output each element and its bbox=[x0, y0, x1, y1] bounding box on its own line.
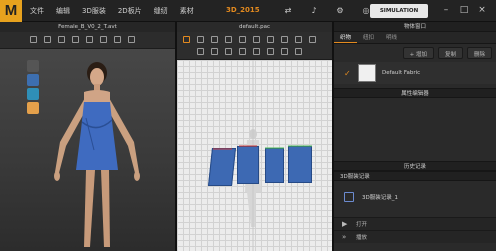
tab-topstitch[interactable]: 明线 bbox=[380, 32, 403, 43]
property-editor-header: 属性编辑器 bbox=[334, 88, 496, 98]
record-header: 3D服装记录 bbox=[334, 171, 496, 181]
pattern-piece-4[interactable] bbox=[288, 146, 312, 183]
app-window: M 文件 编辑 3D服装 2D板片 缝纫 素材 3D_2015 ⇄ ♪ ⚙ ◎ … bbox=[0, 0, 496, 251]
simulation-button[interactable]: SIMULATION bbox=[370, 4, 428, 18]
fabric-list-item[interactable]: ✓ Default Fabric bbox=[334, 62, 496, 84]
speaker-icon[interactable]: ♪ bbox=[308, 5, 320, 17]
fabric-swatch bbox=[358, 64, 376, 82]
menu-2d-pattern[interactable]: 2D板片 bbox=[118, 6, 142, 16]
object-browser: 物体窗口 织物 纽扣 明线 + 增加 复制 删除 ✓ Default Fabri… bbox=[334, 22, 496, 251]
checkmark-icon: ✓ bbox=[344, 68, 351, 78]
record-open-control[interactable]: ▶ 打开 bbox=[334, 217, 496, 230]
record-spacer bbox=[334, 181, 496, 189]
record-item-label: 3D服装记录_1 bbox=[362, 195, 398, 201]
project-title: 3D_2015 bbox=[226, 6, 260, 14]
delete-fabric-button[interactable]: 删除 bbox=[466, 47, 492, 59]
viewport-3d[interactable]: Female_B_V0_2_T.avt bbox=[0, 22, 177, 251]
property-editor-body bbox=[334, 98, 496, 161]
avatar-silhouette bbox=[245, 60, 261, 251]
maximize-icon[interactable]: □ bbox=[458, 4, 470, 16]
record-item[interactable]: 3D服装记录_1 bbox=[334, 189, 496, 205]
viewport-2d[interactable]: default.pac bbox=[177, 22, 334, 251]
object-tabs: 织物 纽扣 明线 bbox=[334, 32, 496, 44]
record-open-label: 打开 bbox=[356, 222, 368, 228]
pattern-piece-3[interactable] bbox=[265, 148, 284, 183]
close-icon[interactable]: × bbox=[476, 4, 488, 16]
tab-fabric[interactable]: 织物 bbox=[334, 32, 358, 43]
record-play-label: 播放 bbox=[356, 235, 368, 241]
app-logo: M bbox=[0, 0, 22, 22]
menu-bar: 文件 编辑 3D服装 2D板片 缝纫 素材 bbox=[30, 6, 206, 16]
add-fabric-button[interactable]: + 增加 bbox=[402, 47, 434, 59]
simulation-label: SIMULATION bbox=[379, 8, 419, 14]
menu-edit[interactable]: 编辑 bbox=[56, 6, 70, 16]
menu-sewing[interactable]: 缝纫 bbox=[154, 6, 168, 16]
pattern-piece-2[interactable] bbox=[237, 146, 259, 184]
history-header: 历史记录 bbox=[334, 161, 496, 171]
object-browser-title: 物体窗口 bbox=[334, 22, 496, 32]
copy-fabric-button[interactable]: 复制 bbox=[437, 47, 463, 59]
fast-forward-icon: » bbox=[342, 233, 347, 241]
menu-material[interactable]: 素材 bbox=[180, 6, 194, 16]
menu-file[interactable]: 文件 bbox=[30, 6, 44, 16]
fabric-name: Default Fabric bbox=[382, 70, 421, 76]
record-icon bbox=[344, 192, 354, 202]
record-spacer-2 bbox=[334, 205, 496, 217]
avatar-figure[interactable] bbox=[0, 22, 177, 251]
play-icon: ▶ bbox=[342, 220, 348, 228]
record-play-control[interactable]: » 播放 bbox=[334, 230, 496, 243]
minimize-icon[interactable]: – bbox=[440, 4, 452, 16]
flip-icon[interactable]: ⇄ bbox=[282, 5, 294, 17]
tab-button[interactable]: 纽扣 bbox=[357, 32, 380, 43]
fabric-actions: + 增加 复制 删除 bbox=[334, 44, 496, 62]
menu-3d-garment[interactable]: 3D服装 bbox=[82, 6, 106, 16]
gear-icon[interactable]: ⚙ bbox=[334, 5, 346, 17]
menubar: M 文件 编辑 3D服装 2D板片 缝纫 素材 3D_2015 ⇄ ♪ ⚙ ◎ … bbox=[0, 0, 496, 22]
pattern-piece-1[interactable] bbox=[208, 148, 236, 186]
